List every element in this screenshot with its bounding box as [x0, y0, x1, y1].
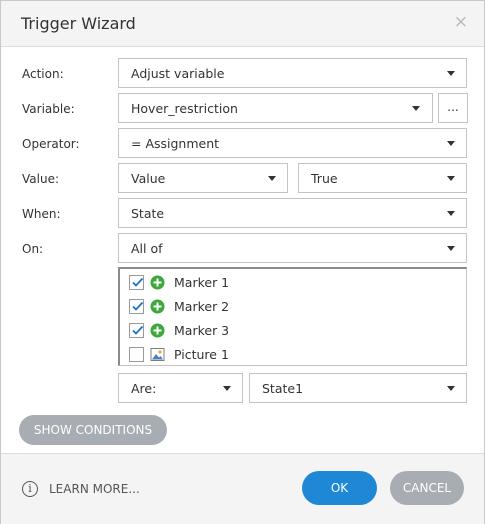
- checkbox[interactable]: [129, 323, 144, 338]
- value-label: Value:: [22, 172, 59, 186]
- operator-label: Operator:: [22, 137, 80, 151]
- ok-button[interactable]: OK: [302, 471, 377, 505]
- operator-dropdown[interactable]: = Assignment: [118, 128, 467, 158]
- are-value: Are:: [131, 381, 157, 396]
- when-label: When:: [22, 207, 61, 221]
- checkmark-icon: [132, 301, 144, 311]
- list-item-label: Marker 1: [174, 275, 230, 290]
- list-item-marker-3[interactable]: Marker 3: [126, 319, 456, 343]
- footer: i LEARN MORE... OK CANCEL: [1, 453, 484, 524]
- variable-value: Hover_restriction: [131, 101, 238, 116]
- checkbox[interactable]: [129, 275, 144, 290]
- state-dropdown[interactable]: State1: [249, 373, 467, 403]
- info-icon[interactable]: i: [22, 481, 38, 497]
- trigger-wizard-dialog: Trigger Wizard × Action: Adjust variable…: [0, 0, 485, 524]
- title-bar: Trigger Wizard ×: [1, 1, 484, 47]
- action-dropdown[interactable]: Adjust variable: [118, 58, 467, 88]
- list-item-label: Marker 3: [174, 323, 230, 338]
- chevron-down-icon: [268, 176, 276, 181]
- chevron-down-icon: [447, 176, 455, 181]
- value-value: True: [311, 171, 338, 186]
- list-item-marker-2[interactable]: Marker 2: [126, 295, 456, 319]
- checkbox[interactable]: [129, 347, 144, 362]
- variable-dropdown[interactable]: Hover_restriction: [118, 93, 433, 123]
- chevron-down-icon: [447, 386, 455, 391]
- when-value: State: [131, 206, 165, 221]
- green-plus-marker-icon: [150, 275, 165, 290]
- cancel-button[interactable]: CANCEL: [390, 471, 464, 505]
- variable-label: Variable:: [22, 102, 75, 116]
- list-item-marker-1[interactable]: Marker 1: [126, 271, 456, 295]
- chevron-down-icon: [447, 246, 455, 251]
- state-value: State1: [262, 381, 304, 396]
- are-dropdown[interactable]: Are:: [118, 373, 243, 403]
- on-label: On:: [22, 242, 44, 256]
- chevron-down-icon: [223, 386, 231, 391]
- checkbox[interactable]: [129, 299, 144, 314]
- checkmark-icon: [132, 277, 144, 287]
- learn-more-link[interactable]: LEARN MORE...: [49, 482, 140, 496]
- value-dropdown[interactable]: True: [298, 163, 467, 193]
- dialog-title: Trigger Wizard: [21, 14, 136, 33]
- on-dropdown[interactable]: All of: [118, 233, 467, 263]
- list-item-picture-1[interactable]: Picture 1: [126, 343, 456, 365]
- value-type-dropdown[interactable]: Value: [118, 163, 288, 193]
- chevron-down-icon: [447, 71, 455, 76]
- operator-value: = Assignment: [131, 136, 220, 151]
- green-plus-marker-icon: [150, 323, 165, 338]
- close-icon[interactable]: ×: [454, 12, 468, 32]
- green-plus-marker-icon: [150, 299, 165, 314]
- show-conditions-button[interactable]: SHOW CONDITIONS: [19, 415, 167, 445]
- chevron-down-icon: [447, 211, 455, 216]
- chevron-down-icon: [447, 141, 455, 146]
- list-item-label: Picture 1: [174, 347, 229, 362]
- when-dropdown[interactable]: State: [118, 198, 467, 228]
- objects-list[interactable]: Marker 1 Marker 2 Marker 3 Picture 1: [118, 267, 467, 366]
- ellipsis-label: ...: [447, 100, 459, 114]
- on-value: All of: [131, 241, 163, 256]
- checkmark-icon: [132, 325, 144, 335]
- action-value: Adjust variable: [131, 66, 225, 81]
- chevron-down-icon: [412, 106, 420, 111]
- list-item-label: Marker 2: [174, 299, 230, 314]
- value-type-value: Value: [131, 171, 166, 186]
- picture-icon: [150, 347, 165, 362]
- variable-browse-button[interactable]: ...: [438, 93, 468, 123]
- action-label: Action:: [22, 67, 64, 81]
